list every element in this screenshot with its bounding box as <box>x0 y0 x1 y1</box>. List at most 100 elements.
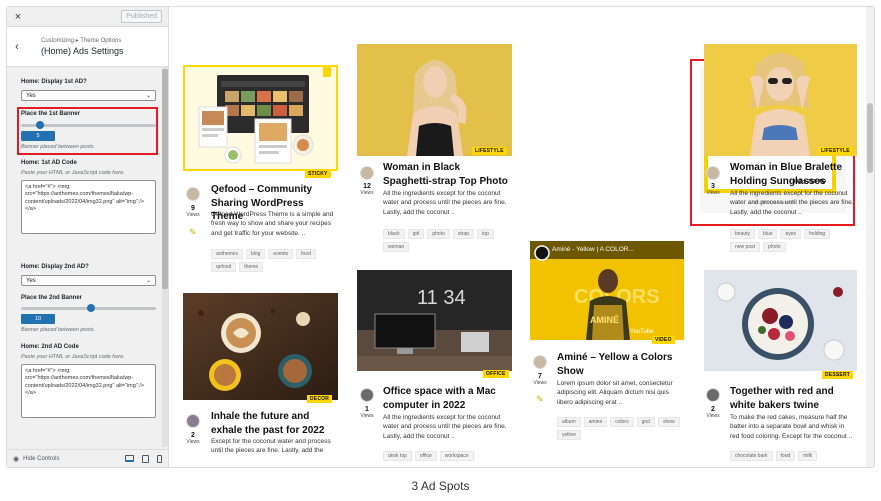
post-tag-video[interactable]: VIDEO <box>652 336 675 344</box>
tag-link[interactable]: yellow <box>557 430 581 440</box>
tag-link[interactable]: eyes <box>780 229 802 239</box>
post-tag-lifestyle[interactable]: LIFESTYLE <box>472 147 507 155</box>
tag-link[interactable]: strap <box>452 229 474 239</box>
tag-link[interactable]: colors <box>610 417 634 427</box>
post-title-woman-blue[interactable]: Woman in Blue Bralette Holding Sunglasse… <box>730 161 858 188</box>
place2-slider[interactable] <box>21 304 156 312</box>
tag-link[interactable]: food <box>775 451 796 461</box>
place1-note: Banner placed between posts. <box>21 144 95 150</box>
back-icon[interactable]: ‹ <box>7 41 27 53</box>
place2-slider-handle[interactable] <box>87 304 96 312</box>
figure-caption: 3 Ad Spots <box>411 479 470 493</box>
author-avatar[interactable] <box>706 166 720 180</box>
tag-link[interactable]: god <box>636 417 655 427</box>
breadcrumb: Customizing ▸ Theme Options <box>41 38 122 44</box>
views-counter: 9 Views <box>184 205 202 218</box>
place2-number-input[interactable]: 10 <box>21 314 55 324</box>
tag-link[interactable]: milk <box>798 451 818 461</box>
tag-link[interactable]: top <box>477 229 494 239</box>
tag-link[interactable]: girl <box>407 229 425 239</box>
tag-link[interactable]: theme <box>239 262 264 272</box>
display2-select[interactable]: Yes ⌄ <box>21 275 156 286</box>
tag-link[interactable]: photo <box>427 229 450 239</box>
close-icon[interactable]: × <box>11 11 25 23</box>
views-label: Views <box>360 190 374 196</box>
post-tag-sticky[interactable]: STICKY <box>305 170 331 178</box>
edit-post-icon[interactable]: ✎ <box>189 227 197 238</box>
post-tag-dessert[interactable]: DESSERT <box>822 371 854 379</box>
views-counter: 1 Views <box>358 406 376 419</box>
views-label: Views <box>706 190 720 196</box>
tag-link[interactable]: show <box>657 417 680 427</box>
author-avatar[interactable] <box>706 388 720 402</box>
post-image-woman-blue[interactable] <box>704 44 857 156</box>
post-image-together[interactable] <box>704 270 857 371</box>
tag-link[interactable]: album <box>557 417 581 427</box>
post-title-woman-black[interactable]: Woman in Black Spaghetti-strap Top Photo <box>383 161 511 188</box>
tag-link[interactable]: chocolate bark <box>730 451 773 461</box>
code2-textarea[interactable]: <a href="#"> <img src="https://anthemes.… <box>21 364 156 418</box>
hide-controls-button[interactable]: Hide Controls <box>23 456 117 462</box>
tag-link[interactable]: office <box>414 451 437 461</box>
post-image-qefood[interactable] <box>183 65 338 171</box>
views-counter: 12 Views <box>358 183 376 196</box>
post-title-inhale[interactable]: Inhale the future and exhale the past fo… <box>211 410 339 437</box>
post-title-office[interactable]: Office space with a Mac computer in 2022 <box>383 385 511 412</box>
views-counter: 7 Views <box>531 373 549 386</box>
post-image-woman-black[interactable] <box>357 44 512 156</box>
hide-controls-icon[interactable]: ◉ <box>13 455 19 463</box>
post-tag-office[interactable]: OFFICE <box>483 370 509 378</box>
tag-link[interactable]: blog <box>245 249 266 259</box>
sidebar-scrollbar-thumb[interactable] <box>162 69 168 289</box>
mobile-preview-icon[interactable] <box>157 454 162 463</box>
tag-link[interactable]: beauty <box>730 229 756 239</box>
code1-textarea[interactable]: <a href="#"> <img src="https://anthemes.… <box>21 180 156 234</box>
tag-link[interactable]: new post <box>730 242 761 252</box>
post-tags-amine: album amine colors god show yellow <box>557 417 681 440</box>
views-label: Views <box>706 413 720 419</box>
tag-link[interactable]: workspace <box>439 451 474 461</box>
post-tag-decor[interactable]: DECOR <box>307 395 333 403</box>
tag-link[interactable]: amine <box>583 417 608 427</box>
site-preview: STICKY 9 Views ✎ Qefood – Community Shar… <box>169 7 874 467</box>
edit-post-icon[interactable]: ✎ <box>536 394 544 405</box>
preview-scrollbar-track[interactable] <box>866 7 874 467</box>
display1-select-value: Yes <box>26 92 36 99</box>
author-avatar[interactable] <box>186 187 200 201</box>
place1-number-input[interactable]: 5 <box>21 131 55 141</box>
post-image-inhale[interactable] <box>183 293 338 400</box>
tag-link[interactable]: blue <box>758 229 778 239</box>
tag-link[interactable]: desk top <box>383 451 412 461</box>
tag-link[interactable]: black <box>383 229 405 239</box>
tag-link[interactable]: photo <box>763 242 786 252</box>
post-title-together[interactable]: Together with red and white bakers twine <box>730 385 858 412</box>
tag-link[interactable]: events <box>268 249 294 259</box>
tablet-preview-icon[interactable] <box>142 454 149 463</box>
author-avatar[interactable] <box>360 166 374 180</box>
views-counter: 3 Views <box>704 183 722 196</box>
display1-select[interactable]: Yes ⌄ <box>21 90 156 101</box>
place1-slider[interactable] <box>21 121 156 129</box>
author-avatar[interactable] <box>186 414 200 428</box>
woman-blue-photo-image <box>704 44 857 156</box>
post-tags-woman-black: black girl photo strap top woman <box>383 229 507 252</box>
tag-link[interactable]: food <box>296 249 316 259</box>
video-title[interactable]: Aminé - Yellow | A COLOR... <box>552 246 634 253</box>
video-embed-amine[interactable]: COLORS AMINÉ YouTube Aminé - Yellow | A … <box>530 241 684 340</box>
post-excerpt-woman-blue: All the ingredients except for the cocon… <box>730 190 854 216</box>
post-image-office[interactable]: 11 34 <box>357 270 512 371</box>
desktop-preview-icon[interactable] <box>125 455 134 462</box>
place1-label: Place the 1st Banner <box>21 111 81 117</box>
author-avatar[interactable] <box>533 355 547 369</box>
publish-button[interactable]: Published <box>121 10 162 23</box>
preview-scrollbar-thumb[interactable] <box>867 103 873 173</box>
tag-link[interactable]: qefood <box>211 262 237 272</box>
tag-link[interactable]: woman <box>383 242 410 252</box>
post-excerpt-inhale: Except for the coconut water and process… <box>211 438 331 455</box>
post-title-amine[interactable]: Aminé – Yellow a Colors Show <box>557 351 683 378</box>
post-tag-lifestyle[interactable]: LIFESTYLE <box>818 147 853 155</box>
qefood-screenshot-image <box>185 67 336 169</box>
tag-link[interactable]: anthemes <box>211 249 243 259</box>
tag-link[interactable]: holding <box>804 229 831 239</box>
author-avatar[interactable] <box>360 388 374 402</box>
